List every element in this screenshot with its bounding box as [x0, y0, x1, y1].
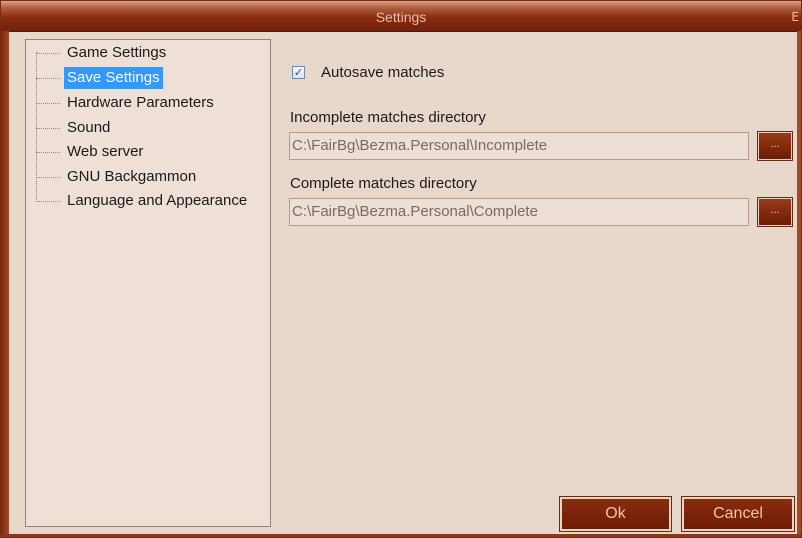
complete-dir-field[interactable]: C:\FairBg\Bezma.Personal\Complete	[289, 198, 749, 226]
tree-item-gnu-backgammon[interactable]: GNU Backgammon	[36, 166, 199, 188]
complete-dir-label: Complete matches directory	[290, 175, 477, 192]
autosave-label[interactable]: Autosave matches	[321, 64, 444, 81]
close-icon[interactable]: E	[791, 10, 799, 24]
settings-window: Settings E Game Settings Save Settings H…	[0, 0, 802, 538]
autosave-row: ✓ Autosave matches	[292, 62, 444, 82]
tree-branch-icon	[36, 141, 60, 163]
window-border-right	[797, 31, 801, 537]
autosave-checkbox[interactable]: ✓	[292, 65, 305, 79]
window-border-bottom	[1, 534, 801, 537]
tree-item-label: Sound	[67, 119, 111, 136]
tree-item-sound[interactable]: Sound	[36, 117, 113, 139]
tree-item-web-server[interactable]: Web server	[36, 141, 146, 163]
settings-category-tree: Game Settings Save Settings Hardware Par…	[25, 39, 271, 527]
window-title: Settings	[375, 9, 427, 25]
incomplete-dir-field[interactable]: C:\FairBg\Bezma.Personal\Incomplete	[289, 132, 749, 160]
tree-item-label: Hardware Parameters	[67, 94, 214, 111]
tree-item-label: Save Settings	[64, 67, 163, 89]
tree-item-label: Language and Appearance	[67, 192, 248, 209]
tree-item-game-settings[interactable]: Game Settings	[36, 42, 169, 64]
tree-item-label: Game Settings	[67, 44, 167, 61]
tree-item-language-and-appearance[interactable]: Language and Appearance	[36, 190, 250, 212]
incomplete-browse-button[interactable]: ...	[757, 131, 793, 161]
tree-branch-icon	[36, 166, 60, 188]
incomplete-dir-label: Incomplete matches directory	[290, 109, 486, 126]
tree-branch-icon	[36, 92, 60, 114]
tree-branch-icon	[36, 42, 60, 64]
tree-item-save-settings[interactable]: Save Settings	[36, 67, 163, 89]
tree-branch-icon	[36, 190, 60, 212]
complete-browse-button[interactable]: ...	[757, 197, 793, 227]
cancel-button[interactable]: Cancel	[681, 496, 795, 532]
tree-item-label: GNU Backgammon	[67, 168, 197, 185]
title-bar[interactable]: Settings E	[1, 1, 801, 32]
tree-item-hardware-parameters[interactable]: Hardware Parameters	[36, 92, 217, 114]
tree-item-label: Web server	[67, 143, 144, 160]
tree-branch-icon	[36, 117, 60, 139]
tree-branch-icon	[36, 67, 60, 89]
window-border-left	[1, 31, 9, 537]
ok-button[interactable]: Ok	[559, 496, 672, 532]
